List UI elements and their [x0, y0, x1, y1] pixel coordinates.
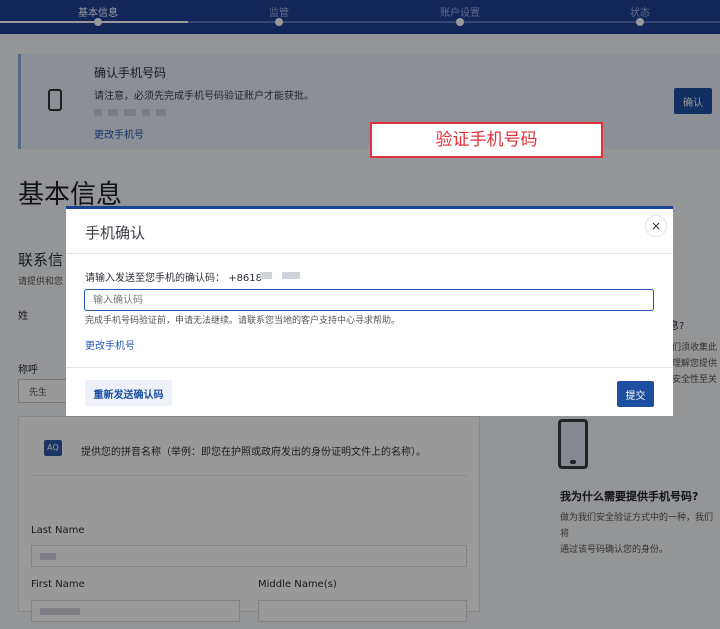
phone-prefix: +8618 — [228, 273, 263, 284]
dialog-divider-top — [66, 253, 673, 254]
confirmation-code-input[interactable] — [84, 289, 654, 311]
resend-code-button[interactable]: 重新发送确认码 — [85, 380, 172, 406]
code-prompt: 请输入发送至您手机的确认码： +8618 — [85, 269, 262, 284]
submit-button[interactable]: 提交 — [617, 381, 654, 407]
dialog-divider-bottom — [66, 367, 673, 368]
masked-digits — [282, 272, 300, 279]
change-phone-link-dialog[interactable]: 更改手机号 — [85, 337, 135, 352]
prompt-text: 请输入发送至您手机的确认码： — [85, 273, 225, 284]
close-icon[interactable]: × — [645, 215, 667, 237]
annotation-label: 验证手机号码 — [370, 122, 603, 158]
phone-confirm-dialog: 手机确认 × 请输入发送至您手机的确认码： +8618 完成手机号码验证前，申请… — [66, 206, 673, 416]
dialog-title: 手机确认 — [85, 224, 146, 242]
masked-digits — [260, 272, 272, 279]
code-help-text: 完成手机号码验证前，申请无法继续。请联系您当地的客户支持中心寻求帮助。 — [85, 316, 401, 326]
